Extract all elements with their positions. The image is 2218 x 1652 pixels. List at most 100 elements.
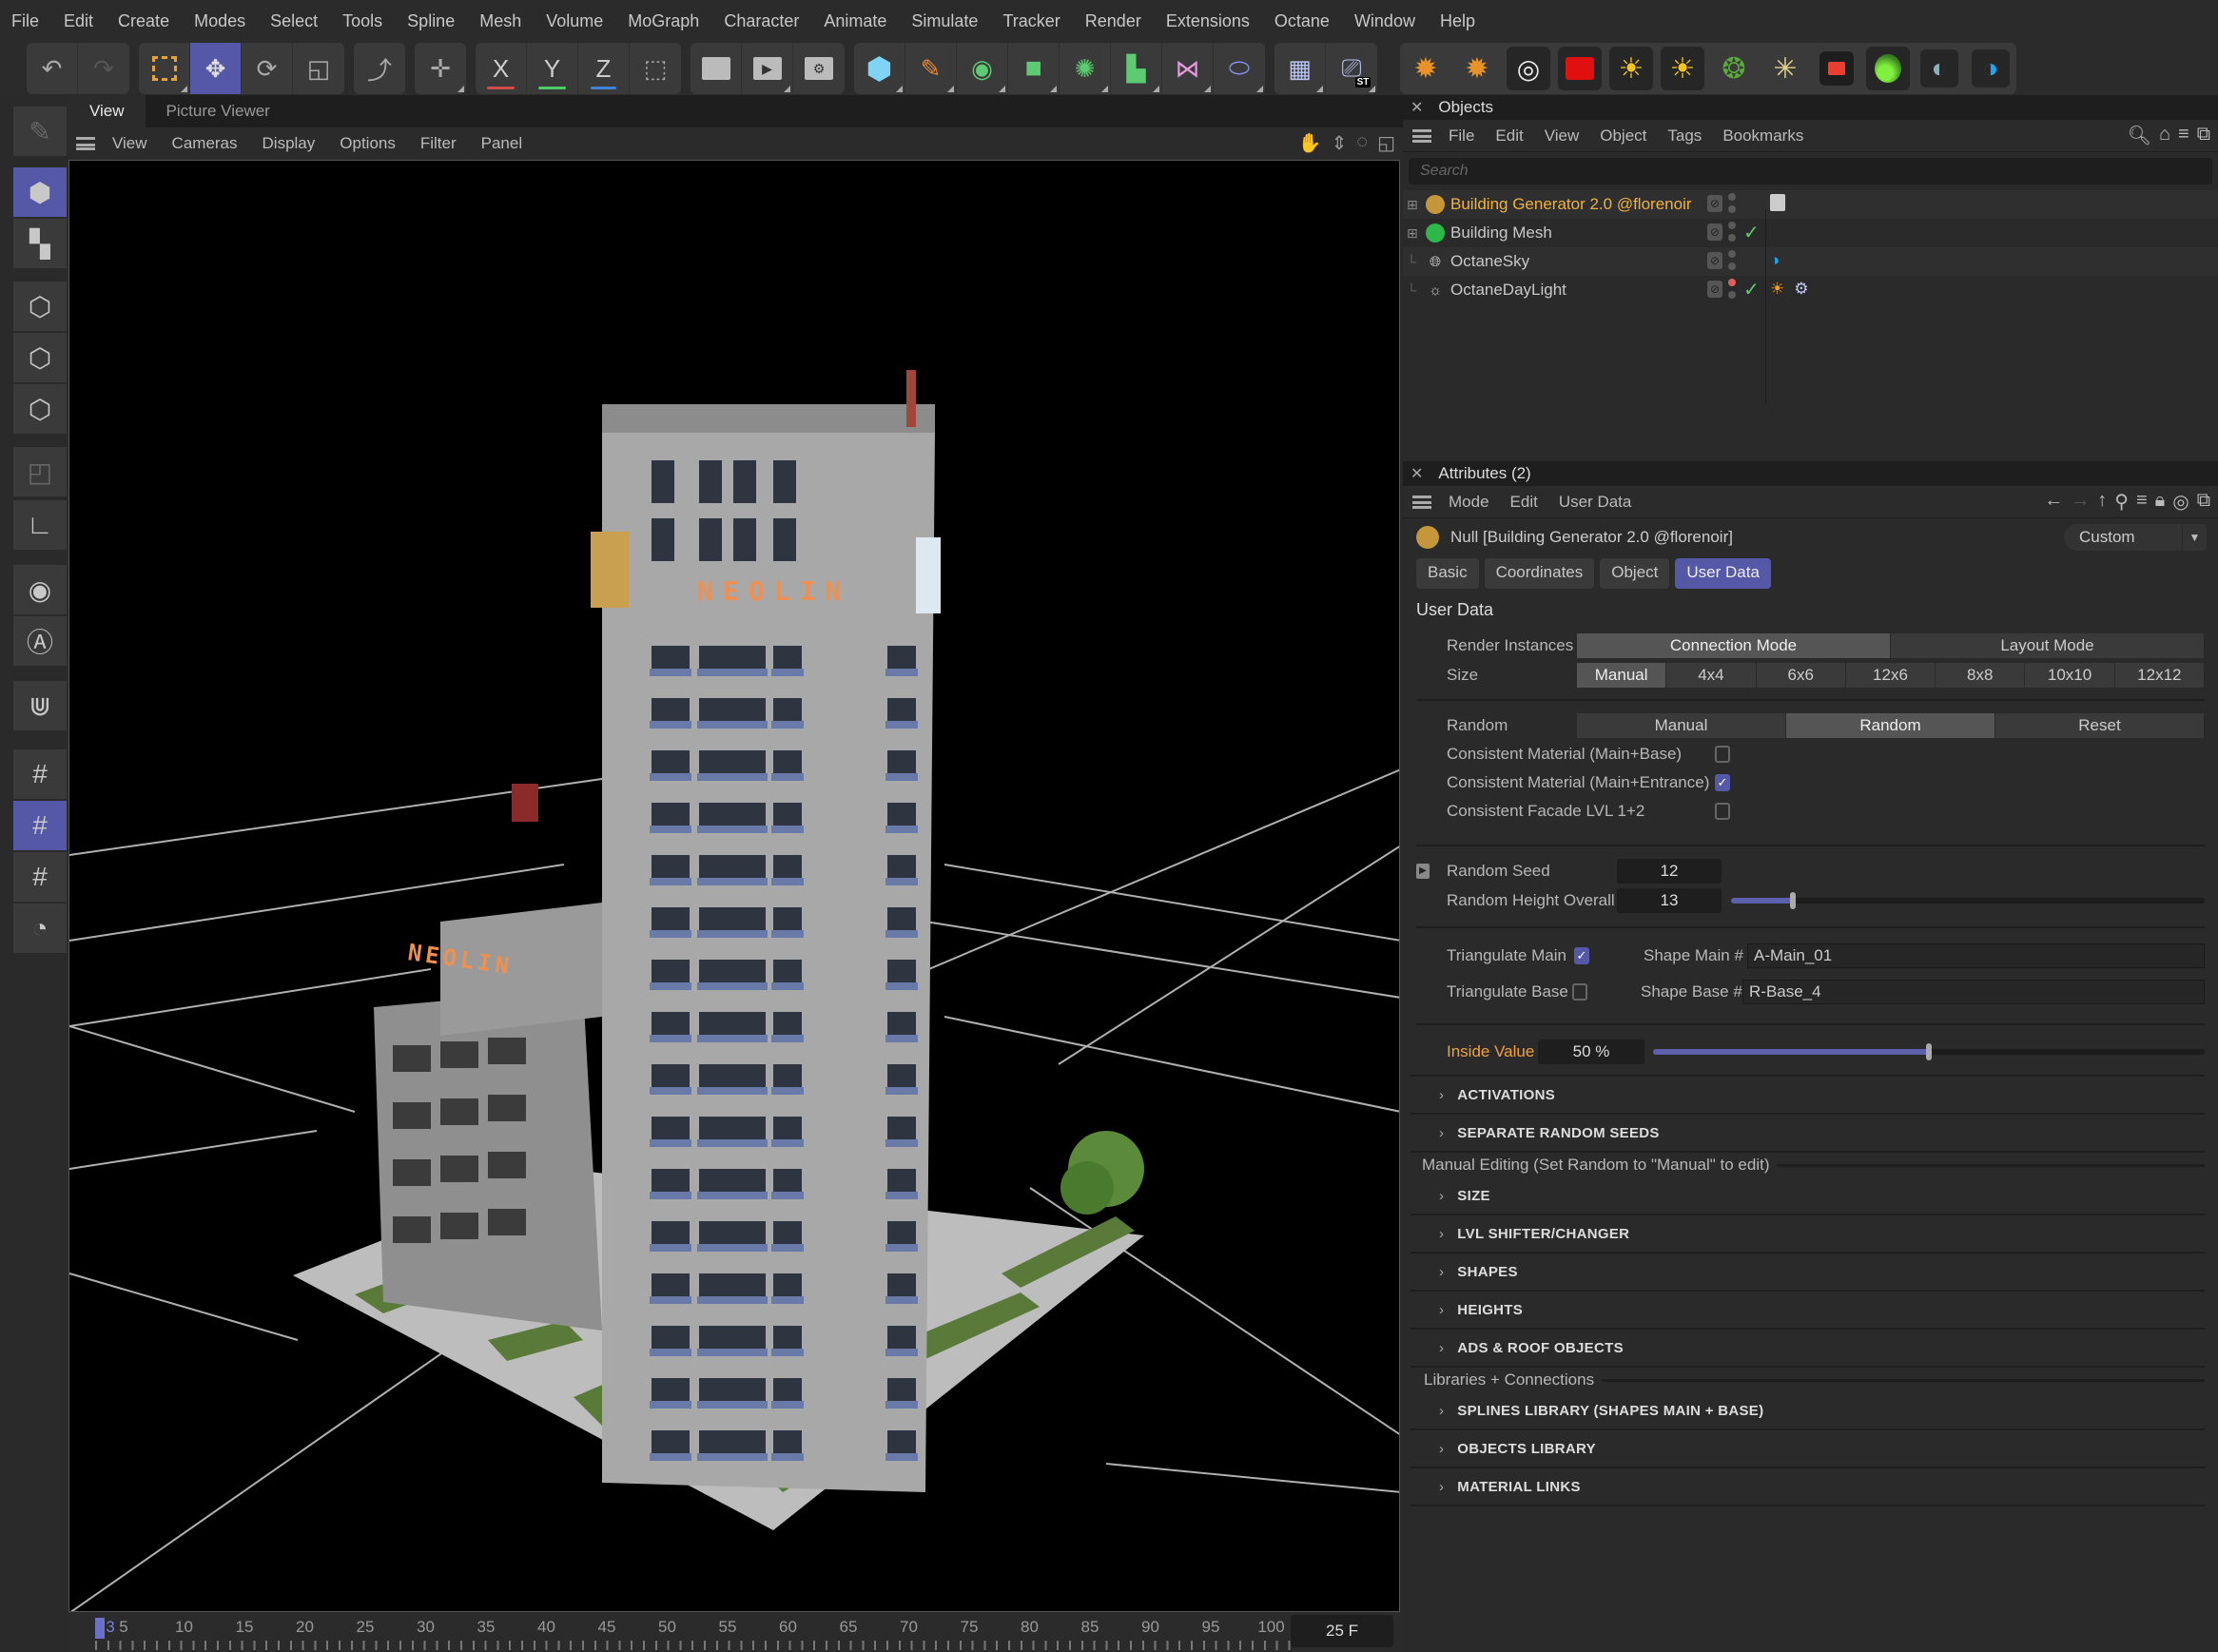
- group-heights[interactable]: › HEIGHTS: [1411, 1292, 2205, 1330]
- menu-octane[interactable]: Octane: [1274, 11, 1330, 31]
- close-icon[interactable]: ✕: [1411, 464, 1423, 483]
- menu-create[interactable]: Create: [118, 11, 169, 31]
- hamburger-icon[interactable]: [1412, 128, 1431, 143]
- new-window-icon[interactable]: ⧉: [2197, 124, 2210, 147]
- objects-menu-view[interactable]: View: [1545, 126, 1580, 146]
- group-shapes[interactable]: › SHAPES: [1411, 1254, 2205, 1292]
- viewport-menu-view[interactable]: View: [112, 134, 147, 153]
- objects-menu-object[interactable]: Object: [1600, 126, 1646, 146]
- menu-select[interactable]: Select: [270, 11, 318, 31]
- inside-value-field[interactable]: 50 %: [1538, 1040, 1644, 1064]
- coordinate-system-button[interactable]: ⤴: [354, 43, 405, 94]
- filter-icon[interactable]: ≡: [2178, 124, 2189, 147]
- rotate-tool-button[interactable]: ⟳: [242, 43, 293, 94]
- objects-menu-tags[interactable]: Tags: [1667, 126, 1702, 146]
- size-option-10x10[interactable]: 10x10: [2025, 662, 2115, 688]
- group-separate-random-seeds[interactable]: › SEPARATE RANDOM SEEDS: [1411, 1115, 2205, 1153]
- size-option-manual[interactable]: Manual: [1577, 662, 1667, 688]
- timeline[interactable]: 3 5 10 15 20 25 30 35 40 45 50 55 60 65 70 75 80 85 90 95 1…: [68, 1612, 1403, 1652]
- random-option-random[interactable]: Random: [1786, 712, 1995, 738]
- layer-toggle-icon[interactable]: ⊘: [1707, 224, 1722, 241]
- frame-readout[interactable]: 25 F: [1291, 1615, 1393, 1647]
- objects-menu-bookmarks[interactable]: Bookmarks: [1722, 126, 1803, 146]
- new-window-icon[interactable]: ⧉: [2197, 490, 2210, 514]
- pan-hand-icon[interactable]: ✋: [1298, 131, 1322, 155]
- tab-basic[interactable]: Basic: [1416, 558, 1479, 589]
- octane-sky-button[interactable]: ◐: [1914, 43, 1965, 94]
- solo-view-button[interactable]: ◉: [13, 565, 67, 614]
- 3d-viewport[interactable]: NEOLIN NEOLIN: [68, 160, 1400, 1612]
- mograph-button[interactable]: ▙: [1111, 43, 1162, 94]
- sun-tag-icon[interactable]: ☀: [1770, 280, 1784, 299]
- render-instances-layout-mode[interactable]: Layout Mode: [1891, 632, 2205, 658]
- selection-tool-button[interactable]: [139, 43, 190, 94]
- transform-mode-button[interactable]: ✛: [415, 43, 466, 94]
- workplane-button[interactable]: #: [13, 749, 67, 799]
- tab-user-data[interactable]: User Data: [1675, 558, 1771, 589]
- polygons-mode-button[interactable]: ⬡: [13, 384, 67, 434]
- extrude-button[interactable]: ■: [1008, 43, 1060, 94]
- objects-search-input[interactable]: Search: [1409, 158, 2212, 185]
- render-to-picture-viewer-button[interactable]: ▶: [742, 43, 793, 94]
- filter-icon[interactable]: ≡: [2136, 490, 2148, 514]
- visibility-dots[interactable]: [1728, 193, 1738, 218]
- octane-light-button[interactable]: ✳: [1760, 43, 1811, 94]
- snap-button[interactable]: ⋓: [13, 681, 67, 730]
- hamburger-icon[interactable]: [76, 137, 95, 150]
- object-axis-button[interactable]: ⬚: [630, 43, 681, 94]
- up-arrow-icon[interactable]: ↑: [2097, 490, 2107, 514]
- attributes-menu-edit[interactable]: Edit: [1510, 493, 1538, 512]
- visibility-dots[interactable]: [1728, 279, 1738, 303]
- triangulate-main-checkbox[interactable]: ✓: [1574, 947, 1589, 964]
- menu-character[interactable]: Character: [724, 11, 799, 31]
- enabled-check-icon[interactable]: ✓: [1743, 278, 1760, 301]
- consistent-facade-checkbox[interactable]: [1715, 803, 1730, 820]
- group-lvl-shifter[interactable]: › LVL SHIFTER/CHANGER: [1411, 1215, 2205, 1254]
- group-material-links[interactable]: › MATERIAL LINKS: [1411, 1468, 2205, 1506]
- menu-file[interactable]: File: [11, 11, 39, 31]
- slider-knob[interactable]: [1926, 1043, 1932, 1060]
- align-workplane-button[interactable]: #: [13, 852, 67, 902]
- random-height-slider[interactable]: [1731, 891, 2205, 909]
- lock-icon[interactable]: 🔒︎: [2155, 490, 2166, 514]
- attributes-menu-mode[interactable]: Mode: [1449, 493, 1489, 512]
- consistent-material-main-base-checkbox[interactable]: [1715, 746, 1730, 763]
- camera-button[interactable]: ⎚ ST: [1326, 43, 1377, 94]
- maximize-view-icon[interactable]: ◱: [1377, 131, 1395, 155]
- random-seed-field[interactable]: 12: [1617, 858, 1722, 884]
- render-settings-button[interactable]: ⚙: [793, 43, 845, 94]
- make-editable-button[interactable]: ✎: [13, 107, 67, 156]
- y-axis-lock-button[interactable]: Y: [527, 43, 578, 94]
- attributes-menu-user-data[interactable]: User Data: [1559, 493, 1632, 512]
- render-instances-connection-mode[interactable]: Connection Mode: [1577, 632, 1891, 658]
- menu-mesh[interactable]: Mesh: [479, 11, 521, 31]
- axis-mode-button[interactable]: ∟: [13, 500, 67, 550]
- menu-simulate[interactable]: Simulate: [911, 11, 978, 31]
- menu-mograph[interactable]: MoGraph: [628, 11, 699, 31]
- group-splines-library[interactable]: › SPLINES LIBRARY (SHAPES MAIN + BASE): [1411, 1392, 2205, 1430]
- enabled-check-icon[interactable]: ✓: [1743, 221, 1760, 244]
- octane-volume-button[interactable]: [1862, 43, 1914, 94]
- size-option-6x6[interactable]: 6x6: [1756, 662, 1846, 688]
- uv-mode-button[interactable]: ◰: [13, 447, 67, 496]
- target-icon[interactable]: ◎: [2172, 490, 2189, 514]
- slider-knob[interactable]: [1789, 891, 1796, 909]
- triangulate-base-checkbox[interactable]: [1572, 983, 1587, 1001]
- tab-picture-viewer[interactable]: Picture Viewer: [146, 95, 291, 127]
- zoom-arrows-icon[interactable]: ⇕: [1331, 131, 1347, 155]
- group-size[interactable]: › SIZE: [1411, 1177, 2205, 1215]
- lock-workplane-button[interactable]: #: [13, 801, 67, 850]
- group-ads-roof-objects[interactable]: › ADS & ROOF OBJECTS: [1411, 1330, 2205, 1368]
- generator-button[interactable]: ◉: [957, 43, 1008, 94]
- viewport-menu-panel[interactable]: Panel: [481, 134, 522, 153]
- render-view-button[interactable]: [691, 43, 742, 94]
- tab-view[interactable]: View: [68, 95, 146, 127]
- environment-tag-icon[interactable]: ◑: [1770, 251, 1780, 270]
- viewport-menu-cameras[interactable]: Cameras: [172, 134, 238, 153]
- viewport-menu-options[interactable]: Options: [340, 134, 396, 153]
- viewport-menu-filter[interactable]: Filter: [420, 134, 457, 153]
- random-height-field[interactable]: 13: [1617, 887, 1722, 913]
- forward-arrow-icon[interactable]: →: [2071, 490, 2090, 514]
- shape-base-field[interactable]: R-Base_4: [1742, 980, 2205, 1004]
- visibility-dots[interactable]: [1728, 250, 1738, 275]
